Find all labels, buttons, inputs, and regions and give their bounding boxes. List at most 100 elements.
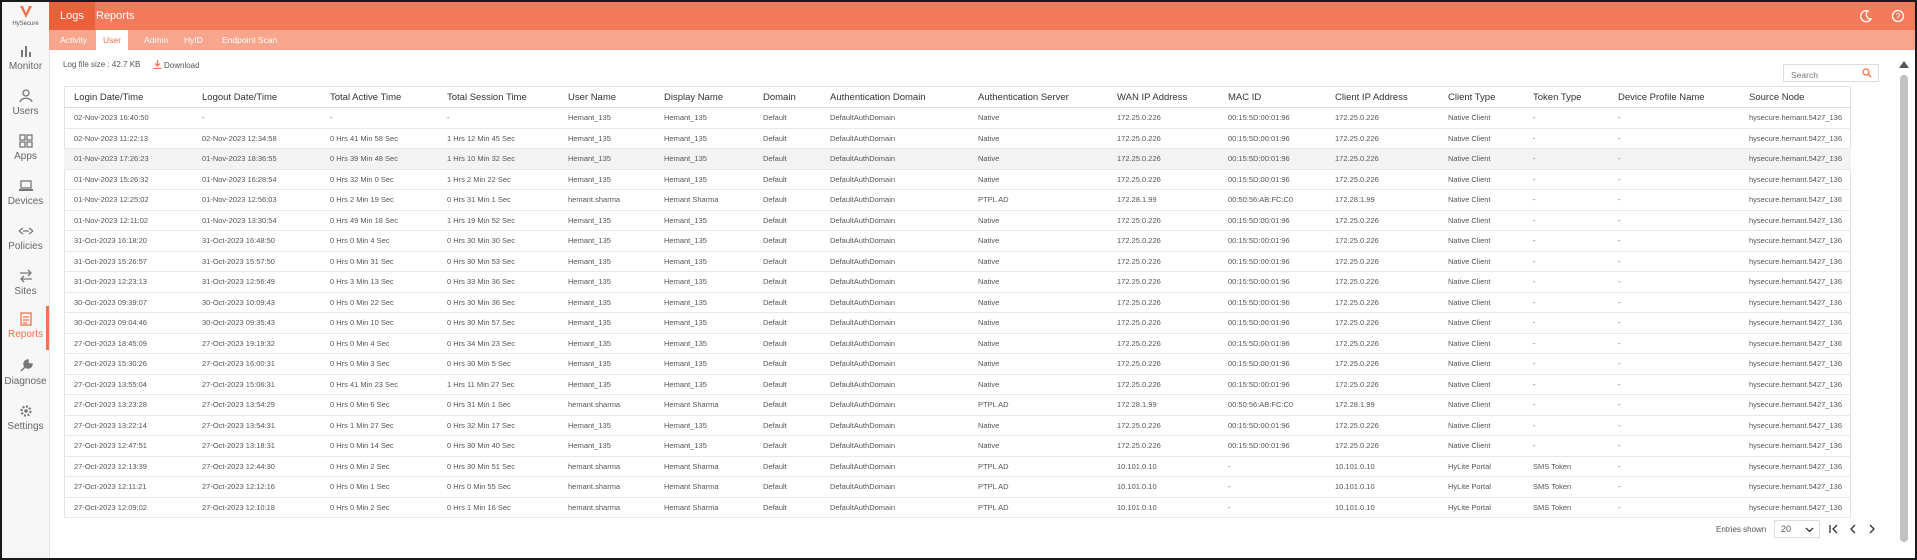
- table-cell: -: [1608, 107, 1739, 129]
- table-cell: 172.25.0.226: [1325, 230, 1438, 252]
- table-row[interactable]: 30-Oct-2023 09:39:07 30-Oct-2023 10:09:43…: [64, 292, 1851, 313]
- sidebar-item-sites[interactable]: Sites: [2, 263, 49, 303]
- table-cell: -: [1608, 415, 1739, 436]
- column-header[interactable]: Token Type: [1523, 88, 1608, 108]
- sidebar-item-diagnose[interactable]: Diagnose: [2, 353, 49, 393]
- column-header[interactable]: Authentication Server: [968, 88, 1107, 108]
- tab-user[interactable]: User: [96, 30, 128, 50]
- table-cell: -: [1523, 394, 1608, 416]
- table-cell: DefaultAuthDomain: [820, 148, 968, 170]
- sidebar-item-monitor[interactable]: Monitor: [2, 38, 49, 78]
- column-header[interactable]: Total Session Time: [437, 88, 558, 108]
- table-cell: Native Client: [1438, 251, 1523, 272]
- table-cell: 0 Hrs 0 Min 4 Sec: [320, 230, 437, 252]
- table-cell: hemant.sharma: [558, 189, 654, 211]
- table-row[interactable]: 01-Nov-2023 17:26:23 01-Nov-2023 18:36:55…: [64, 148, 1851, 170]
- table-row[interactable]: 02-Nov-2023 16:40:50- - - Hemant_135 Hemant_…: [64, 107, 1851, 129]
- table-row[interactable]: 27-Oct-2023 13:23:28 27-Oct-2023 13:54:29…: [64, 394, 1851, 416]
- help-icon[interactable]: ?: [1891, 9, 1905, 23]
- tab-admin[interactable]: Admin: [137, 30, 175, 50]
- table-cell: Default: [753, 312, 820, 334]
- scrollbar-thumb[interactable]: [1900, 75, 1908, 542]
- column-header[interactable]: User Name: [558, 88, 654, 108]
- table-cell: Native Client: [1438, 374, 1523, 395]
- search-icon[interactable]: [1862, 68, 1872, 78]
- table-row[interactable]: 27-Oct-2023 15:30:26 27-Oct-2023 16:00:31…: [64, 353, 1851, 375]
- column-header[interactable]: WAN IP Address: [1107, 88, 1218, 108]
- table-cell: 00:15:5D:00:01:96: [1218, 169, 1325, 190]
- table-cell: Hemant_135: [558, 210, 654, 231]
- table-row[interactable]: 31-Oct-2023 16:18:20 31-Oct-2023 16:48:50…: [64, 230, 1851, 252]
- sidebar-item-apps[interactable]: Apps: [2, 128, 49, 168]
- table-cell: Hemant_135: [654, 251, 753, 272]
- column-header[interactable]: Total Active Time: [320, 88, 437, 108]
- table-cell: hysecure.hemant.5427_136: [1739, 210, 1851, 231]
- table-cell: 0 Hrs 49 Min 18 Sec: [320, 210, 437, 231]
- table-row[interactable]: 27-Oct-2023 13:22:14 27-Oct-2023 13:54:31…: [64, 415, 1851, 436]
- table-row[interactable]: 27-Oct-2023 13:55:04 27-Oct-2023 15:06:31…: [64, 374, 1851, 395]
- column-header[interactable]: Authentication Domain: [820, 88, 968, 108]
- tab-endpoint-scan[interactable]: Endpoint Scan: [215, 30, 284, 50]
- next-page-button[interactable]: [1865, 520, 1879, 538]
- first-page-button[interactable]: [1827, 520, 1841, 538]
- scroll-up-icon[interactable]: [1899, 60, 1909, 68]
- page-size-select[interactable]: 20: [1774, 520, 1820, 538]
- table-row[interactable]: 01-Nov-2023 15:26:32 01-Nov-2023 16:28:54…: [64, 169, 1851, 190]
- table-cell: -: [1523, 374, 1608, 395]
- table-cell: hysecure.hemant.5427_136: [1739, 169, 1851, 190]
- table-row[interactable]: 01-Nov-2023 12:25:02 01-Nov-2023 12:56:03…: [64, 189, 1851, 211]
- moon-icon[interactable]: [1859, 9, 1873, 23]
- table-row[interactable]: 31-Oct-2023 12:23:13 31-Oct-2023 12:56:49…: [64, 271, 1851, 293]
- table-cell: 1 Hrs 12 Min 45 Sec: [437, 128, 558, 149]
- sidebar-item-reports[interactable]: Reports: [2, 306, 49, 350]
- table-cell: 01-Nov-2023 13:30:54: [192, 210, 320, 231]
- table-row[interactable]: 02-Nov-2023 11:22:13 02-Nov-2023 12:34:58…: [64, 128, 1851, 149]
- table-cell: -: [1608, 456, 1739, 477]
- table-cell: 172.25.0.226: [1107, 415, 1218, 436]
- column-header[interactable]: Login Date/Time: [64, 88, 192, 108]
- column-header[interactable]: Source Node: [1739, 88, 1851, 108]
- app-logo[interactable]: HySecure: [2, 2, 49, 32]
- search-input[interactable]: [1789, 67, 1865, 83]
- table-cell: -: [1608, 312, 1739, 334]
- tab-reports[interactable]: Reports: [85, 2, 146, 30]
- column-header[interactable]: Device Profile Name: [1608, 88, 1739, 108]
- sidebar-item-policies[interactable]: Policies: [2, 218, 49, 258]
- column-header[interactable]: Domain: [753, 88, 820, 108]
- vertical-scrollbar[interactable]: [1897, 60, 1911, 546]
- table-row[interactable]: 27-Oct-2023 18:45:09 27-Oct-2023 19:19:32…: [64, 333, 1851, 354]
- sidebar-item-users[interactable]: Users: [2, 83, 49, 123]
- table-row[interactable]: 27-Oct-2023 12:47:51 27-Oct-2023 13:18:31…: [64, 435, 1851, 457]
- table-cell: 27-Oct-2023 12:09:02: [64, 497, 192, 518]
- table-row[interactable]: 30-Oct-2023 09:04:46 30-Oct-2023 09:35:43…: [64, 312, 1851, 334]
- user-icon: [18, 89, 33, 103]
- table-row[interactable]: 31-Oct-2023 15:26:57 31-Oct-2023 15:57:50…: [64, 251, 1851, 272]
- column-header[interactable]: Display Name: [654, 88, 753, 108]
- table-cell: Hemant_135: [654, 353, 753, 375]
- column-header[interactable]: Client IP Address: [1325, 88, 1438, 108]
- prev-page-button[interactable]: [1846, 520, 1860, 538]
- tab-hyid[interactable]: HyID: [177, 30, 210, 50]
- table-row[interactable]: 27-Oct-2023 12:11:21 27-Oct-2023 12:12:16…: [64, 476, 1851, 498]
- table-cell: Native: [968, 333, 1107, 354]
- table-row[interactable]: 27-Oct-2023 12:13:39 27-Oct-2023 12:44:30…: [64, 456, 1851, 477]
- table-cell: hysecure.hemant.5427_136: [1739, 148, 1851, 170]
- table-cell: Hemant_135: [558, 333, 654, 354]
- table-row[interactable]: 01-Nov-2023 12:11:02 01-Nov-2023 13:30:54…: [64, 210, 1851, 231]
- sidebar-item-settings[interactable]: Settings: [2, 398, 49, 438]
- table-cell: 0 Hrs 1 Min 27 Sec: [320, 415, 437, 436]
- table-cell: Hemant_135: [558, 415, 654, 436]
- table-cell: Native Client: [1438, 128, 1523, 149]
- table-cell: -: [1608, 210, 1739, 231]
- table-cell: -: [1523, 353, 1608, 375]
- tab-activity[interactable]: Activity: [53, 30, 94, 50]
- table-cell: -: [1608, 128, 1739, 149]
- sidebar-item-devices[interactable]: Devices: [2, 173, 49, 213]
- column-header[interactable]: MAC ID: [1218, 88, 1325, 108]
- table-row[interactable]: 27-Oct-2023 12:09:02 27-Oct-2023 12:10:18…: [64, 497, 1851, 518]
- column-header[interactable]: Client Type: [1438, 88, 1523, 108]
- download-button[interactable]: Download: [153, 60, 200, 70]
- table-cell: Default: [753, 394, 820, 416]
- column-header[interactable]: Logout Date/Time: [192, 88, 320, 108]
- table-cell: hysecure.hemant.5427_136: [1739, 292, 1851, 313]
